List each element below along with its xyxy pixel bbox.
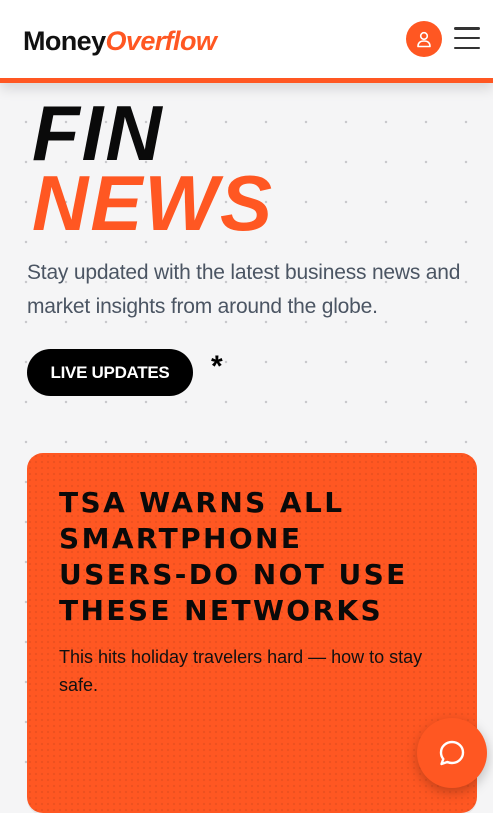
chat-bubble-icon — [439, 740, 465, 766]
hero-title-news: NEWS — [32, 159, 274, 247]
hamburger-menu-button[interactable] — [454, 27, 480, 49]
logo-text-overflow: Overflow — [105, 26, 217, 56]
card-description: This hits holiday travelers hard — how t… — [59, 647, 423, 695]
live-updates-button[interactable]: LIVE UPDATES — [27, 349, 193, 396]
featured-news-card[interactable]: TSA WARNS ALL SMARTPHONE USERS-DO NOT US… — [27, 453, 477, 813]
hero-subtitle: Stay updated with the latest business ne… — [27, 261, 461, 318]
user-account-button[interactable] — [406, 21, 442, 57]
logo-text-money: Money — [23, 26, 106, 56]
hamburger-icon-line — [454, 36, 480, 40]
hamburger-icon-line — [454, 46, 480, 49]
chat-button[interactable] — [417, 718, 487, 788]
site-logo[interactable]: MoneyOverflow — [23, 25, 217, 57]
decorative-asterisk: * — [211, 350, 223, 383]
site-header: MoneyOverflow — [0, 0, 493, 83]
card-headline[interactable]: TSA WARNS ALL SMARTPHONE USERS-DO NOT US… — [59, 485, 439, 629]
hamburger-icon — [454, 27, 480, 30]
user-icon — [417, 31, 431, 47]
